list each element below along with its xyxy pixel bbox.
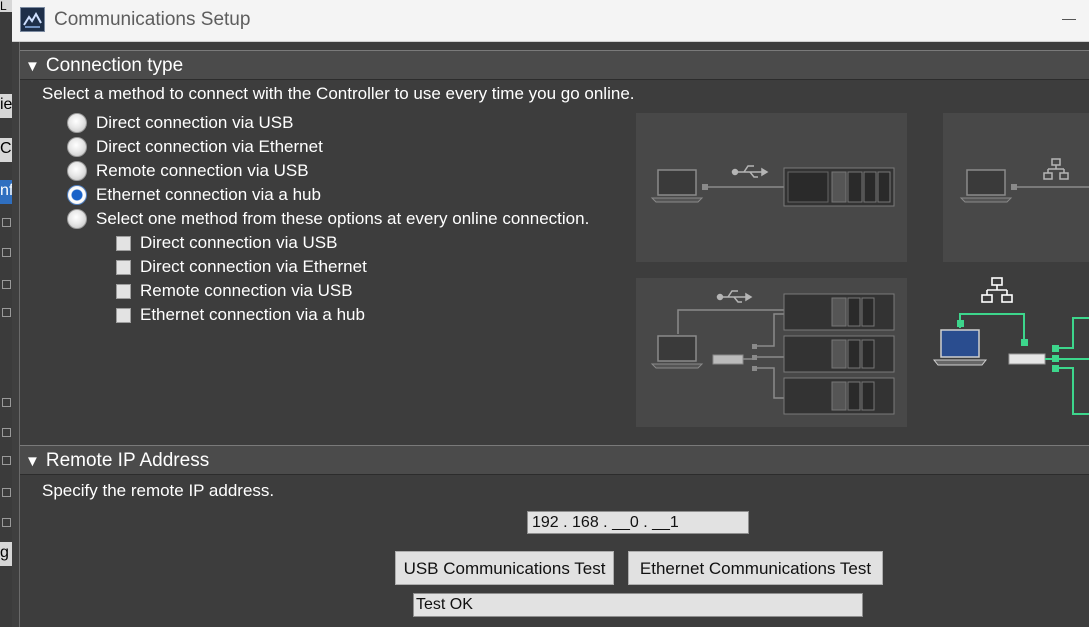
checkbox-label: Direct connection via USB — [140, 233, 338, 252]
ethernet-communications-test-button[interactable]: Ethernet Communications Test — [628, 551, 883, 585]
diagram-ethernet-hub — [925, 274, 1089, 424]
toolbar-icon — [2, 248, 11, 257]
radio-ethernet-hub[interactable]: Ethernet connection via a hub — [67, 183, 321, 207]
toolbar-icon — [2, 456, 11, 465]
toolbar-icon — [2, 280, 11, 289]
laptop-icon — [932, 329, 988, 366]
connection-type-description: Select a method to connect with the Cont… — [42, 84, 635, 103]
plc-controller-icon — [783, 293, 895, 331]
checkbox[interactable] — [116, 307, 131, 323]
plc-controller-icon — [783, 167, 895, 207]
background-text: L — [0, 0, 12, 12]
checkbox-direct-usb[interactable]: Direct connection via USB — [116, 231, 337, 255]
radio-label: Direct connection via USB — [96, 113, 294, 132]
laptop-icon — [959, 169, 1013, 203]
toolbar-icon — [2, 428, 11, 437]
minimize-button[interactable] — [1062, 19, 1076, 20]
checkbox-direct-ethernet[interactable]: Direct connection via Ethernet — [116, 255, 367, 279]
diagram-remote-usb — [636, 278, 907, 427]
connection-type-header[interactable]: ▼ Connection type — [20, 50, 1089, 80]
test-result-field: Test OK — [413, 593, 863, 617]
background-text: ie — [0, 94, 12, 118]
background-window: L ie C nf g — [0, 0, 12, 627]
communications-setup-dialog: Communications Setup ▼ Connection type Se… — [12, 0, 1089, 627]
network-symbol-icon — [981, 277, 1013, 303]
background-text: g — [0, 542, 12, 566]
radio-button[interactable] — [67, 161, 87, 181]
remote-ip-header[interactable]: ▼ Remote IP Address — [20, 445, 1089, 475]
dialog-content: ▼ Connection type Select a method to conn… — [19, 42, 1089, 627]
toolbar-icon — [2, 308, 11, 317]
hub-switch-icon — [712, 354, 744, 365]
laptop-icon — [650, 169, 704, 203]
toolbar-icon — [2, 518, 11, 527]
checkbox-label: Ethernet connection via a hub — [140, 305, 365, 324]
radio-button-selected[interactable] — [67, 185, 87, 205]
usb-symbol-icon — [716, 290, 753, 303]
checkbox-ethernet-hub[interactable]: Ethernet connection via a hub — [116, 303, 365, 327]
radio-label: Remote connection via USB — [96, 161, 309, 180]
checkbox-label: Remote connection via USB — [140, 281, 353, 300]
radio-label: Direct connection via Ethernet — [96, 137, 323, 156]
app-logo-icon — [20, 7, 45, 32]
radio-button[interactable] — [67, 209, 87, 229]
checkbox-remote-usb[interactable]: Remote connection via USB — [116, 279, 353, 303]
usb-communications-test-button[interactable]: USB Communications Test — [395, 551, 614, 585]
background-text: nf — [0, 180, 12, 204]
usb-symbol-icon — [731, 165, 769, 178]
remote-ip-header-label: Remote IP Address — [45, 450, 210, 471]
radio-label: Select one method from these options at … — [96, 209, 590, 228]
diagram-direct-usb — [636, 113, 907, 262]
checkbox[interactable] — [116, 259, 131, 275]
toolbar-icon — [2, 398, 11, 407]
checkbox[interactable] — [116, 283, 131, 299]
radio-button[interactable] — [67, 137, 87, 157]
radio-label: Ethernet connection via a hub — [96, 185, 321, 204]
plc-controller-icon — [783, 335, 895, 373]
connection-type-header-label: Connection type — [45, 55, 184, 76]
checkbox-label: Direct connection via Ethernet — [140, 257, 367, 276]
hub-switch-icon — [1008, 353, 1046, 365]
radio-button[interactable] — [67, 113, 87, 133]
laptop-icon — [650, 335, 704, 369]
title-bar[interactable]: Communications Setup — [12, 0, 1089, 42]
radio-remote-usb[interactable]: Remote connection via USB — [67, 159, 309, 183]
remote-ip-description: Specify the remote IP address. — [42, 481, 275, 500]
checkbox[interactable] — [116, 235, 131, 251]
network-symbol-icon — [1043, 158, 1069, 180]
toolbar-icon — [2, 488, 11, 497]
collapse-triangle-icon: ▼ — [25, 58, 40, 75]
radio-direct-usb[interactable]: Direct connection via USB — [67, 111, 293, 135]
toolbar-icon — [2, 218, 11, 227]
radio-select-every-time[interactable]: Select one method from these options at … — [67, 207, 589, 231]
diagram-direct-ethernet — [943, 113, 1089, 262]
ip-address-input[interactable]: 192 . 168 . __0 . __1 — [527, 511, 749, 534]
plc-controller-icon — [783, 377, 895, 415]
background-text: C — [0, 138, 12, 162]
radio-direct-ethernet[interactable]: Direct connection via Ethernet — [67, 135, 323, 159]
collapse-triangle-icon: ▼ — [25, 453, 40, 470]
window-title: Communications Setup — [54, 9, 251, 30]
